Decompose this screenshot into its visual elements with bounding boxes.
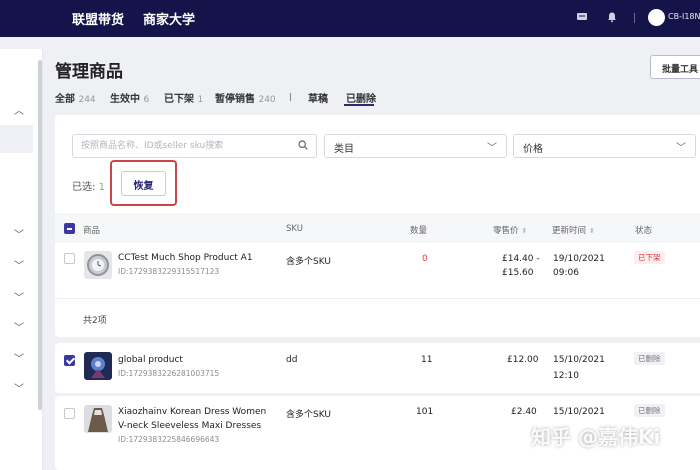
tab-all[interactable]: 全部 244: [55, 90, 96, 105]
updated-date: 15/10/2021: [553, 355, 605, 365]
product-name[interactable]: Xiaozhainv Korean Dress Women: [118, 407, 266, 417]
column-sku: SKU: [286, 224, 303, 234]
product-id: ID:1729383229315517123: [118, 267, 220, 276]
product-name[interactable]: global product: [118, 355, 183, 365]
product-id: ID:1729383226281003715: [118, 369, 220, 378]
row-checkbox[interactable]: [64, 355, 75, 366]
nav-affiliate[interactable]: 联盟带货: [72, 9, 124, 28]
watermark: 知乎 @嘉伟Ki: [531, 425, 661, 449]
avatar[interactable]: [648, 9, 665, 26]
product-price: £12.00: [507, 355, 539, 365]
category-select-value: 类目: [334, 144, 354, 155]
product-qty: 11: [421, 355, 433, 365]
divider: [634, 13, 635, 23]
sidebar-scrollbar[interactable]: [38, 60, 42, 410]
product-thumbnail[interactable]: [84, 352, 112, 380]
price-select-value: 价格: [523, 144, 543, 155]
message-icon[interactable]: [575, 11, 589, 25]
product-price: £2.40: [511, 407, 537, 417]
status-badge: 已下架: [634, 251, 665, 264]
page-title: 管理商品: [55, 62, 123, 82]
chevron-up-icon[interactable]: ︿: [14, 102, 24, 117]
product-id: ID:1729383225846696643: [118, 435, 220, 444]
nav-seller-university[interactable]: 商家大学: [143, 9, 195, 28]
divider: [55, 298, 700, 299]
product-name[interactable]: CCTest Much Shop Product A1: [118, 253, 253, 263]
table-row: [55, 343, 700, 393]
chevron-down-icon[interactable]: ﹀: [14, 289, 24, 304]
chevron-down-icon[interactable]: ﹀: [14, 319, 24, 334]
product-sku: dd: [286, 355, 298, 365]
batch-tools-button[interactable]: 批量工具: [650, 55, 700, 79]
product-sku: 含多个SKU: [286, 410, 331, 420]
tab-suspended[interactable]: 暂停销售 240: [215, 90, 276, 105]
category-select[interactable]: 类目 ﹀: [324, 134, 507, 158]
chevron-down-icon[interactable]: ﹀: [14, 350, 24, 365]
column-product: 商品: [83, 226, 101, 236]
sort-icon: ⬍: [521, 227, 528, 235]
search-input[interactable]: [81, 135, 291, 157]
chevron-down-icon[interactable]: ﹀: [14, 226, 24, 241]
product-qty: 0: [422, 254, 428, 264]
user-name[interactable]: CB-I18N: [668, 12, 700, 21]
tab-delisted[interactable]: 已下架 1: [164, 90, 203, 105]
tab-divider: [290, 93, 291, 101]
bell-icon[interactable]: [605, 11, 619, 25]
row-checkbox[interactable]: [64, 253, 75, 264]
row-checkbox[interactable]: [64, 408, 75, 419]
column-status: 状态: [635, 226, 653, 236]
product-qty: 101: [416, 407, 434, 417]
search-icon[interactable]: [298, 140, 308, 153]
search-box: [72, 134, 317, 158]
status-tabs: 全部 244 生效中 6 已下架 1 暂停销售 240 草稿 已删除: [55, 90, 455, 106]
sidebar: ︿ ﹀ ﹀ ﹀ ﹀ ﹀ ﹀: [0, 49, 43, 470]
restore-button[interactable]: 恢复: [121, 171, 166, 196]
status-badge: 已删除: [634, 352, 665, 365]
updated-time: 12:10: [553, 371, 579, 381]
product-sku: 含多个SKU: [286, 257, 331, 267]
tab-draft[interactable]: 草稿: [308, 90, 328, 105]
tab-deleted[interactable]: 已删除: [346, 90, 376, 105]
updated-time: 09:06: [553, 268, 579, 278]
chevron-down-icon[interactable]: ﹀: [14, 380, 24, 395]
price-select[interactable]: 价格 ﹀: [513, 134, 696, 158]
product-name-line2[interactable]: V-neck Sleeveless Maxi Dresses: [118, 421, 261, 431]
chevron-down-icon[interactable]: ﹀: [14, 257, 24, 272]
chevron-down-icon: ﹀: [487, 143, 497, 154]
tab-active[interactable]: 生效中 6: [110, 90, 149, 105]
total-count: 共2项: [83, 316, 107, 326]
selected-count: 已选: 1: [72, 182, 105, 193]
chevron-down-icon: ﹀: [676, 143, 686, 154]
status-badge: 已删除: [634, 404, 665, 417]
product-thumbnail[interactable]: [84, 251, 112, 279]
select-all-checkbox[interactable]: [64, 223, 75, 234]
product-thumbnail[interactable]: [84, 405, 112, 433]
column-price[interactable]: 零售价 ⬍: [493, 224, 527, 236]
updated-date: 19/10/2021: [553, 254, 605, 264]
active-tab-indicator: [344, 104, 374, 106]
product-price: £14.40 -: [502, 254, 540, 264]
updated-date: 15/10/2021: [553, 407, 605, 417]
column-qty: 数量: [410, 226, 428, 236]
top-navbar: 联盟带货 商家大学 CB-I18N: [0, 0, 700, 37]
table-header: 商品 SKU 数量 零售价 ⬍ 更新时间 ⬍ 状态: [55, 214, 700, 242]
column-updated[interactable]: 更新时间 ⬍: [552, 224, 595, 236]
sort-icon: ⬍: [589, 227, 595, 235]
product-price: £15.60: [502, 268, 534, 278]
sidebar-selected-item[interactable]: [0, 125, 33, 153]
